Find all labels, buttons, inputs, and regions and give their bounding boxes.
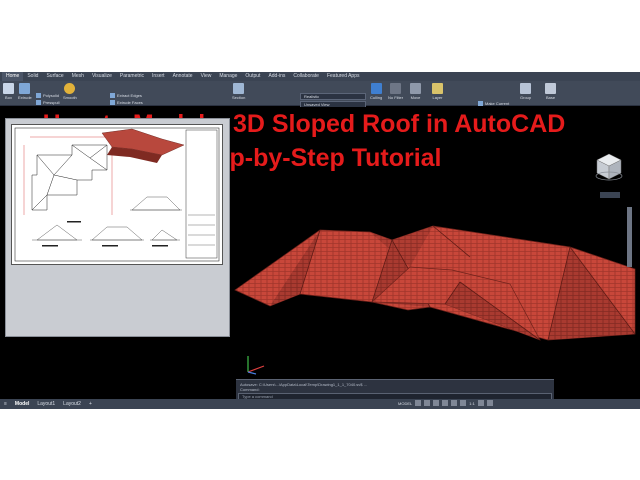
status-toggles: MODEL 1:1 [398,400,493,406]
menu-icon[interactable]: ≡ [0,401,11,407]
annotation-scale[interactable]: 1:1 [469,401,475,406]
wcs-dropdown[interactable] [600,192,620,198]
osnap-toggle-icon[interactable] [451,400,458,406]
tab-layout2[interactable]: Layout2 [59,401,85,407]
lineweight-toggle-icon[interactable] [460,400,467,406]
drawing-sheet-preview [5,118,230,337]
sheet-drawing [14,127,220,262]
add-layout-button[interactable]: + [85,401,96,407]
status-bar: ≡ Model Layout1 Layout2 + MODEL 1:1 [0,399,640,409]
tab-model[interactable]: Model [11,401,33,407]
grid-toggle-icon[interactable] [415,400,422,406]
command-history: Autosave: C:\Users\...\AppData\Local\Tem… [240,382,367,392]
snap-toggle-icon[interactable] [424,400,431,406]
drawing-sheet [11,124,223,265]
model-space-indicator[interactable]: MODEL [398,401,412,406]
command-line: Autosave: C:\Users\...\AppData\Local\Tem… [236,379,554,401]
viewcube-icon[interactable] [594,152,624,182]
ucs-icon [247,356,265,375]
polar-toggle-icon[interactable] [442,400,449,406]
vertical-scrollbar[interactable] [627,207,632,267]
customize-icon[interactable] [486,400,493,406]
workspace-gear-icon[interactable] [477,400,484,406]
tab-layout1[interactable]: Layout1 [33,401,59,407]
ortho-toggle-icon[interactable] [433,400,440,406]
